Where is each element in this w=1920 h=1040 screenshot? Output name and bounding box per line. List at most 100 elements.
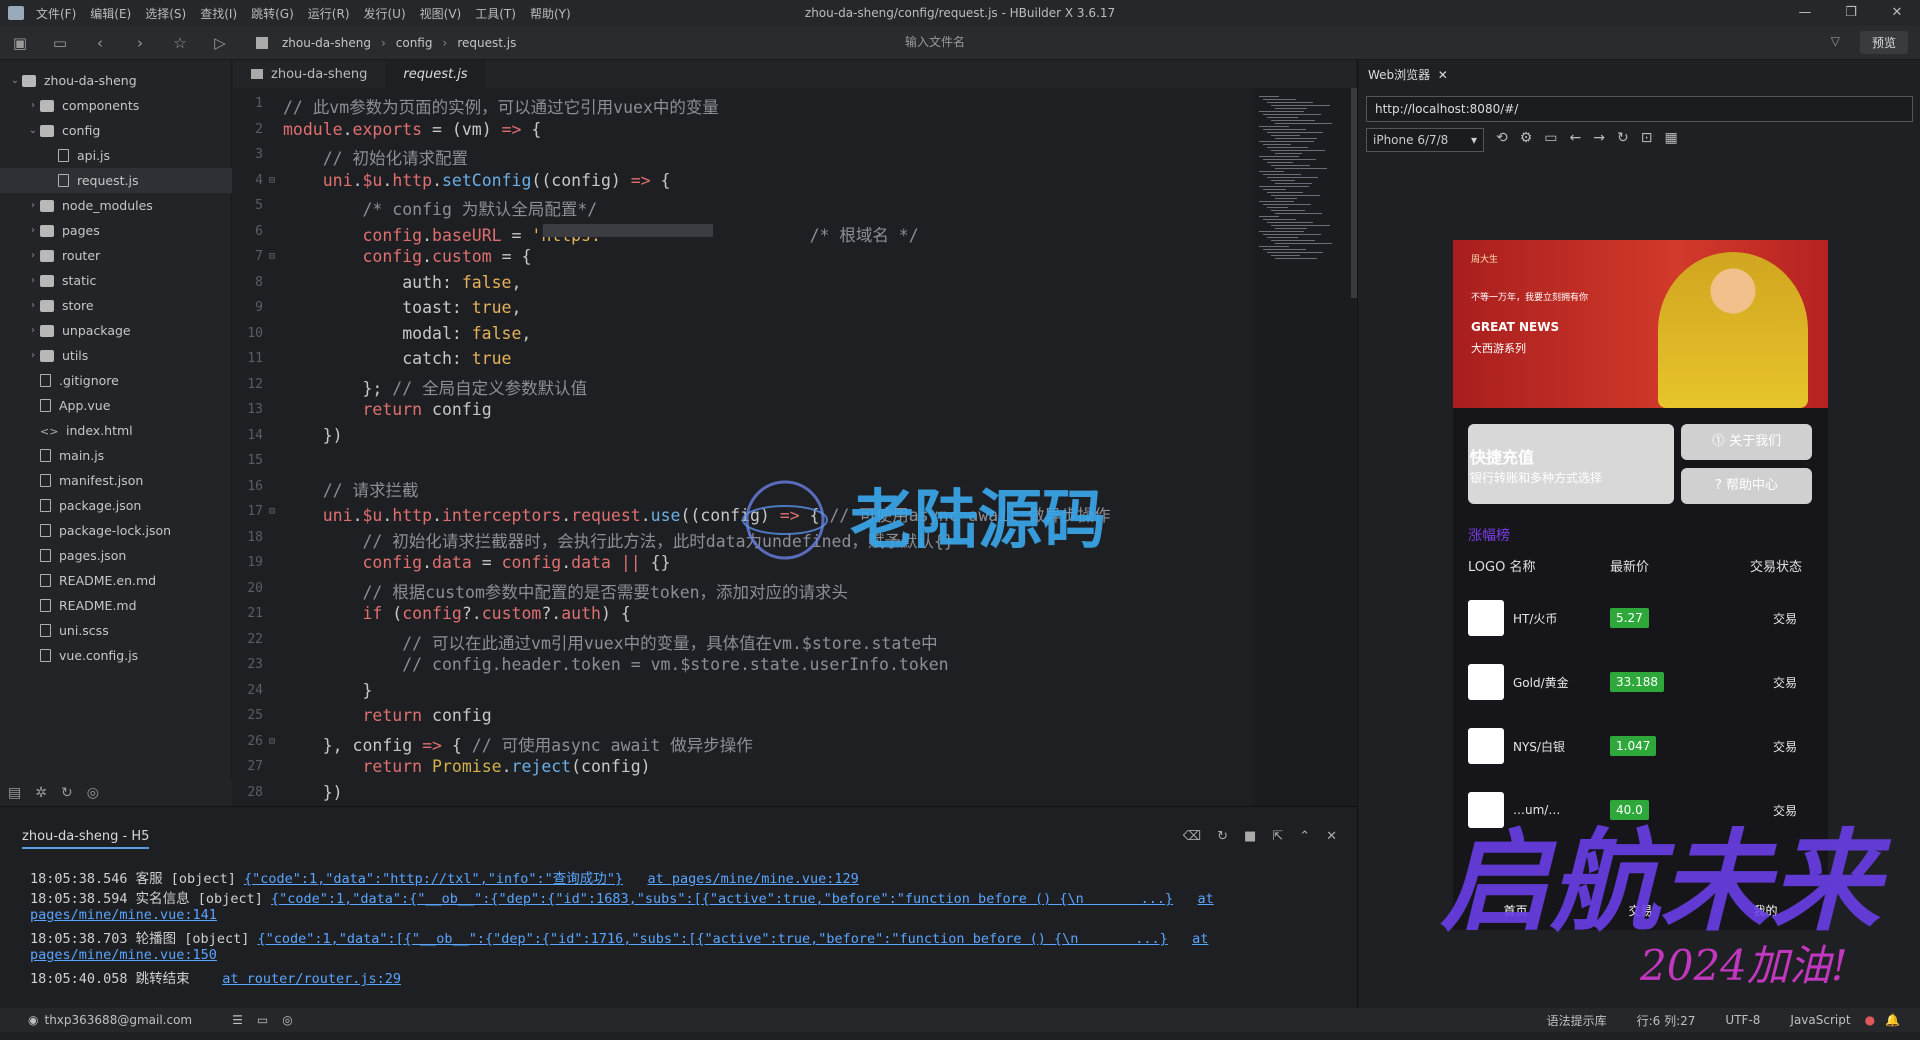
tree-item[interactable]: package.json xyxy=(0,493,232,518)
fold-icon[interactable]: ⊟ xyxy=(269,736,275,747)
close-icon[interactable]: ✕ xyxy=(1874,0,1920,26)
new-file-icon[interactable]: ▣ xyxy=(0,34,40,52)
chevron-right-icon[interactable]: › xyxy=(26,325,40,336)
tree-item[interactable]: <> index.html xyxy=(0,418,232,443)
code-line[interactable]: uni.$u.http.setConfig((config) => { xyxy=(283,171,671,190)
code-line[interactable]: toast: true, xyxy=(283,298,521,317)
code-line[interactable]: // 请求拦截 xyxy=(283,477,419,501)
tree-item[interactable]: › unpackage xyxy=(0,318,232,343)
code-line[interactable]: }, config => { // 可使用async await 做异步操作 xyxy=(283,732,753,756)
code-line[interactable]: }) xyxy=(283,783,343,802)
lock-icon[interactable]: ⊡ xyxy=(1641,130,1653,146)
tree-item[interactable]: App.vue xyxy=(0,393,232,418)
log-data-link[interactable]: {"code":1,"data":{"__ob__":{"dep":{"id":… xyxy=(271,891,1173,907)
settings-icon[interactable]: ⚙ xyxy=(1520,130,1533,146)
trade-status[interactable]: 交易 xyxy=(1773,674,1797,691)
log-source-link[interactable]: at pages/mine/mine.vue:129 xyxy=(647,871,858,887)
menu-publish[interactable]: 发行(U) xyxy=(364,5,406,22)
tree-item[interactable]: api.js xyxy=(0,143,232,168)
tree-item[interactable]: › components xyxy=(0,93,232,118)
chevron-right-icon[interactable]: › xyxy=(26,100,40,111)
breadcrumb-item[interactable]: config xyxy=(396,36,433,50)
chevron-right-icon[interactable]: › xyxy=(26,350,40,361)
minimize-icon[interactable]: — xyxy=(1782,0,1828,26)
code-line[interactable]: config.data = config.data || {} xyxy=(283,553,670,572)
external-icon[interactable]: ⇱ xyxy=(1272,829,1283,844)
breadcrumb-item[interactable]: request.js xyxy=(457,36,516,50)
tab-request-js[interactable]: request.js xyxy=(385,60,486,88)
tree-item[interactable]: manifest.json xyxy=(0,468,232,493)
run-icon[interactable]: ▷ xyxy=(200,34,240,52)
tree-item[interactable]: request.js xyxy=(0,168,232,193)
refresh-icon[interactable]: ↻ xyxy=(1617,130,1629,146)
code-line[interactable]: auth: false, xyxy=(283,273,521,292)
forward-icon[interactable]: → xyxy=(1593,130,1605,146)
terminal-icon[interactable]: ▭ xyxy=(257,1013,268,1027)
code-line[interactable]: if (config?.custom?.auth) { xyxy=(283,604,630,623)
log-data-link[interactable]: {"code":1,"data":[{"__ob__":{"dep":{"id"… xyxy=(257,931,1167,947)
code-line[interactable]: } xyxy=(283,681,372,700)
code-line[interactable]: /* config 为默认全局配置*/ xyxy=(283,196,597,220)
table-row[interactable]: Gold/黄金 33.188 交易 xyxy=(1453,650,1828,714)
tab-project[interactable]: zhou-da-sheng xyxy=(233,60,385,88)
maximize-icon[interactable]: ❐ xyxy=(1828,0,1874,26)
code-line[interactable]: }; // 全局自定义参数默认值 xyxy=(283,375,587,399)
close-panel-icon[interactable]: ✕ xyxy=(1326,829,1337,844)
menu-tools[interactable]: 工具(T) xyxy=(475,5,516,22)
code-editor[interactable]: 1 // 此vm参数为页面的实例，可以通过它引用vuex中的变量 2 module.e… xyxy=(233,88,1253,806)
restart-icon[interactable]: ↻ xyxy=(1217,829,1228,844)
trade-status[interactable]: 交易 xyxy=(1773,610,1797,627)
menu-goto[interactable]: 跳转(G) xyxy=(251,5,294,22)
tree-item[interactable]: ⌄ zhou-da-sheng xyxy=(0,68,232,93)
code-line[interactable]: config.custom = { xyxy=(283,247,531,266)
tree-item[interactable]: › store xyxy=(0,293,232,318)
trade-status[interactable]: 交易 xyxy=(1773,738,1797,755)
tree-item[interactable]: pages.json xyxy=(0,543,232,568)
menu-view[interactable]: 视图(V) xyxy=(420,5,462,22)
globe-icon[interactable]: ◎ xyxy=(87,785,99,801)
account-email[interactable]: thxp363688@gmail.com xyxy=(44,1013,192,1027)
file-search-input[interactable]: 输入文件名 xyxy=(905,33,965,50)
console-tab[interactable]: zhou-da-sheng - H5 xyxy=(22,829,150,849)
url-input[interactable]: http://localhost:8080/#/ xyxy=(1366,96,1913,122)
table-row[interactable]: NYS/白银 1.047 交易 xyxy=(1453,714,1828,778)
log-source-link[interactable]: pages/mine/mine.vue:141 xyxy=(30,907,217,923)
forward-icon[interactable]: › xyxy=(120,34,160,52)
tree-item[interactable]: › static xyxy=(0,268,232,293)
menu-select[interactable]: 选择(S) xyxy=(145,5,186,22)
minimap[interactable] xyxy=(1253,88,1356,806)
fold-icon[interactable]: ⊟ xyxy=(269,175,275,186)
log-data-link[interactable]: {"code":1,"data":"http://txl","info":"查询… xyxy=(244,871,623,887)
help-center-button[interactable]: ? 帮助中心 xyxy=(1681,468,1812,504)
rotate-icon[interactable]: ⟲ xyxy=(1496,130,1508,146)
code-line[interactable]: catch: true xyxy=(283,349,511,368)
filter-icon[interactable]: ▽ xyxy=(1831,34,1840,48)
tree-item[interactable]: › utils xyxy=(0,343,232,368)
log-source-link[interactable]: at router/router.js:29 xyxy=(222,971,401,987)
device-select[interactable]: iPhone 6/7/8 ▾ xyxy=(1366,128,1484,152)
code-line[interactable]: // 根据custom参数中配置的是否需要token，添加对应的请求头 xyxy=(283,579,848,603)
list-icon[interactable]: ☰ xyxy=(232,1013,243,1027)
chevron-right-icon[interactable]: › xyxy=(26,275,40,286)
tree-item[interactable]: .gitignore xyxy=(0,368,232,393)
code-line[interactable]: // 此vm参数为页面的实例，可以通过它引用vuex中的变量 xyxy=(283,94,719,118)
tree-item[interactable]: vue.config.js xyxy=(0,643,232,668)
fold-icon[interactable]: ⊟ xyxy=(269,251,275,262)
code-line[interactable]: return config xyxy=(283,400,491,419)
menu-edit[interactable]: 编辑(E) xyxy=(90,5,131,22)
clear-icon[interactable]: ⌫ xyxy=(1183,829,1201,844)
chevron-right-icon[interactable]: › xyxy=(26,300,40,311)
debug-icon[interactable]: ✲ xyxy=(35,785,47,801)
code-line[interactable]: // 可以在此通过vm引用vuex中的变量，具体值在vm.$store.stat… xyxy=(283,630,937,654)
log-source-link[interactable]: at xyxy=(1192,931,1208,947)
chevron-down-icon[interactable]: ⌄ xyxy=(26,125,40,136)
code-line[interactable]: // 初始化请求配置 xyxy=(283,145,468,169)
folder-icon[interactable]: ▤ xyxy=(8,785,21,801)
menu-find[interactable]: 查找(I) xyxy=(200,5,237,22)
breadcrumb-item[interactable]: zhou-da-sheng xyxy=(282,36,371,50)
stop-icon[interactable]: ■ xyxy=(1244,829,1256,844)
tree-item[interactable]: README.md xyxy=(0,593,232,618)
tree-item[interactable]: › router xyxy=(0,243,232,268)
back-icon[interactable]: ← xyxy=(1570,130,1582,146)
chevron-right-icon[interactable]: › xyxy=(26,225,40,236)
